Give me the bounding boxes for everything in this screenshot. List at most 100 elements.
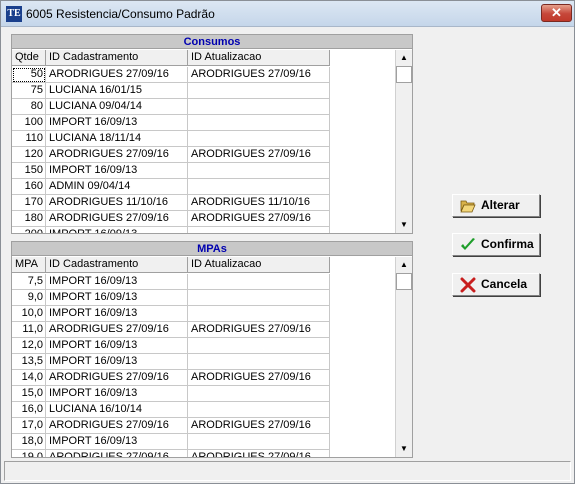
cell-id-atualizacao[interactable] (188, 434, 330, 450)
table-row[interactable]: 13,5 IMPORT 16/09/13 (12, 354, 330, 370)
cell-value[interactable]: 17,0 (12, 418, 46, 434)
cell-id-atualizacao[interactable] (188, 338, 330, 354)
table-row[interactable]: 160 ADMIN 09/04/14 (12, 179, 330, 195)
table-row[interactable]: 11,0 ARODRIGUES 27/09/16 ARODRIGUES 27/09/… (12, 322, 330, 338)
cell-value[interactable]: 110 (12, 131, 46, 147)
cell-value[interactable]: 10,0 (12, 306, 46, 322)
table-row[interactable]: 150 IMPORT 16/09/13 (12, 163, 330, 179)
table-row[interactable]: 100 IMPORT 16/09/13 (12, 115, 330, 131)
cell-value[interactable]: 170 (12, 195, 46, 211)
cell-id-atualizacao[interactable]: ARODRIGUES 27/09/16 (188, 370, 330, 386)
consumos-col-id-cadastramento[interactable]: ID Cadastramento (46, 50, 188, 66)
cell-id-atualizacao[interactable] (188, 131, 330, 147)
cell-value[interactable]: 9,0 (12, 290, 46, 306)
cell-id-atualizacao[interactable] (188, 274, 330, 290)
cell-id-cadastramento[interactable]: LUCIANA 16/10/14 (46, 402, 188, 418)
cell-id-cadastramento[interactable]: IMPORT 16/09/13 (46, 386, 188, 402)
cell-id-cadastramento[interactable]: ARODRIGUES 27/09/16 (46, 147, 188, 163)
cell-value[interactable]: 180 (12, 211, 46, 227)
cell-id-cadastramento[interactable]: IMPORT 16/09/13 (46, 290, 188, 306)
cell-value[interactable]: 200 (12, 227, 46, 233)
cell-value[interactable]: 75 (12, 83, 46, 99)
mpas-scrollbar[interactable]: ▲ ▼ (395, 257, 412, 457)
cell-value[interactable]: 13,5 (12, 354, 46, 370)
cell-id-cadastramento[interactable]: IMPORT 16/09/13 (46, 306, 188, 322)
cell-value[interactable]: 120 (12, 147, 46, 163)
table-row[interactable]: 120 ARODRIGUES 27/09/16 ARODRIGUES 27/09/1… (12, 147, 330, 163)
table-row[interactable]: 200IMPORT 16/09/13 (12, 227, 330, 233)
cell-id-cadastramento[interactable]: ARODRIGUES 27/09/16 (46, 418, 188, 434)
cell-id-cadastramento[interactable]: IMPORT 16/09/13 (46, 227, 188, 233)
cell-id-cadastramento[interactable]: IMPORT 16/09/13 (46, 274, 188, 290)
cell-id-atualizacao[interactable]: ARODRIGUES 27/09/16 (188, 450, 330, 457)
cell-id-atualizacao[interactable] (188, 115, 330, 131)
cell-id-atualizacao[interactable] (188, 306, 330, 322)
table-row[interactable]: 180 ARODRIGUES 27/09/16 ARODRIGUES 27/09/1… (12, 211, 330, 227)
cell-id-cadastramento[interactable]: ARODRIGUES 27/09/16 (46, 67, 188, 83)
cell-id-atualizacao[interactable]: ARODRIGUES 27/09/16 (188, 211, 330, 227)
cell-value[interactable]: 12,0 (12, 338, 46, 354)
cell-id-atualizacao[interactable]: ARODRIGUES 27/09/16 (188, 322, 330, 338)
cell-value[interactable]: 100 (12, 115, 46, 131)
cell-id-atualizacao[interactable] (188, 290, 330, 306)
table-row[interactable]: 80 LUCIANA 09/04/14 (12, 99, 330, 115)
consumos-scrollbar[interactable]: ▲ ▼ (395, 50, 412, 233)
cell-value[interactable]: 50 (12, 67, 46, 83)
consumos-col-qtde[interactable]: Qtde (12, 50, 46, 66)
alterar-button[interactable]: Alterar (452, 194, 540, 217)
cell-id-cadastramento[interactable]: ARODRIGUES 11/10/16 (46, 195, 188, 211)
table-row[interactable]: 19,0 ARODRIGUES 27/09/16 ARODRIGUES 27/09/… (12, 450, 330, 457)
mpas-scroll-thumb[interactable] (396, 273, 412, 290)
scroll-up-arrow-icon[interactable]: ▲ (396, 50, 412, 66)
cell-value[interactable]: 80 (12, 99, 46, 115)
consumos-scroll-thumb[interactable] (396, 66, 412, 83)
mpas-grid[interactable]: MPA ID Cadastramento ID Atualizacao 7,5 I… (12, 257, 396, 457)
consumos-grid[interactable]: Qtde ID Cadastramento ID Atualizacao 50 A… (12, 50, 396, 233)
table-row[interactable]: 9,0 IMPORT 16/09/13 (12, 290, 330, 306)
cell-id-cadastramento[interactable]: IMPORT 16/09/13 (46, 354, 188, 370)
cell-id-atualizacao[interactable] (188, 99, 330, 115)
cell-value[interactable]: 19,0 (12, 450, 46, 457)
cell-id-cadastramento[interactable]: IMPORT 16/09/13 (46, 115, 188, 131)
table-row[interactable]: 17,0 ARODRIGUES 27/09/16 ARODRIGUES 27/09/… (12, 418, 330, 434)
cell-id-atualizacao[interactable] (188, 163, 330, 179)
cell-value[interactable]: 15,0 (12, 386, 46, 402)
table-row[interactable]: 170 ARODRIGUES 11/10/16 ARODRIGUES 11/10/1… (12, 195, 330, 211)
table-row[interactable]: 12,0 IMPORT 16/09/13 (12, 338, 330, 354)
cell-id-cadastramento[interactable]: ADMIN 09/04/14 (46, 179, 188, 195)
cell-id-cadastramento[interactable]: LUCIANA 16/01/15 (46, 83, 188, 99)
cell-id-cadastramento[interactable]: IMPORT 16/09/13 (46, 163, 188, 179)
cancela-button[interactable]: Cancela (452, 273, 540, 296)
cell-id-atualizacao[interactable]: ARODRIGUES 27/09/16 (188, 147, 330, 163)
close-button[interactable]: ✕ (541, 4, 572, 22)
table-row[interactable]: 75 LUCIANA 16/01/15 (12, 83, 330, 99)
mpas-col-id-cadastramento[interactable]: ID Cadastramento (46, 257, 188, 273)
cell-id-cadastramento[interactable]: LUCIANA 09/04/14 (46, 99, 188, 115)
cell-id-atualizacao[interactable] (188, 83, 330, 99)
cell-value[interactable]: 150 (12, 163, 46, 179)
cell-id-cadastramento[interactable]: IMPORT 16/09/13 (46, 338, 188, 354)
cell-value[interactable]: 160 (12, 179, 46, 195)
table-row[interactable]: 7,5 IMPORT 16/09/13 (12, 274, 330, 290)
cell-id-cadastramento[interactable]: LUCIANA 18/11/14 (46, 131, 188, 147)
table-row[interactable]: 10,0 IMPORT 16/09/13 (12, 306, 330, 322)
table-row[interactable]: 50 ARODRIGUES 27/09/16 ARODRIGUES 27/09/16 (12, 67, 330, 83)
cell-value[interactable]: 16,0 (12, 402, 46, 418)
cell-id-atualizacao[interactable] (188, 227, 330, 233)
cell-id-cadastramento[interactable]: ARODRIGUES 27/09/16 (46, 450, 188, 457)
scroll-up-arrow-icon[interactable]: ▲ (396, 257, 412, 273)
cell-id-cadastramento[interactable]: ARODRIGUES 27/09/16 (46, 370, 188, 386)
cell-id-cadastramento[interactable]: IMPORT 16/09/13 (46, 434, 188, 450)
confirma-button[interactable]: Confirma (452, 233, 540, 256)
cell-id-atualizacao[interactable] (188, 386, 330, 402)
table-row[interactable]: 18,0 IMPORT 16/09/13 (12, 434, 330, 450)
table-row[interactable]: 14,0 ARODRIGUES 27/09/16 ARODRIGUES 27/09/… (12, 370, 330, 386)
cell-value[interactable]: 7,5 (12, 274, 46, 290)
table-row[interactable]: 15,0 IMPORT 16/09/13 (12, 386, 330, 402)
scroll-down-arrow-icon[interactable]: ▼ (396, 441, 412, 457)
cell-id-atualizacao[interactable] (188, 402, 330, 418)
consumos-col-id-atualizacao[interactable]: ID Atualizacao (188, 50, 330, 66)
cell-value[interactable]: 11,0 (12, 322, 46, 338)
cell-value[interactable]: 18,0 (12, 434, 46, 450)
cell-id-atualizacao[interactable] (188, 179, 330, 195)
